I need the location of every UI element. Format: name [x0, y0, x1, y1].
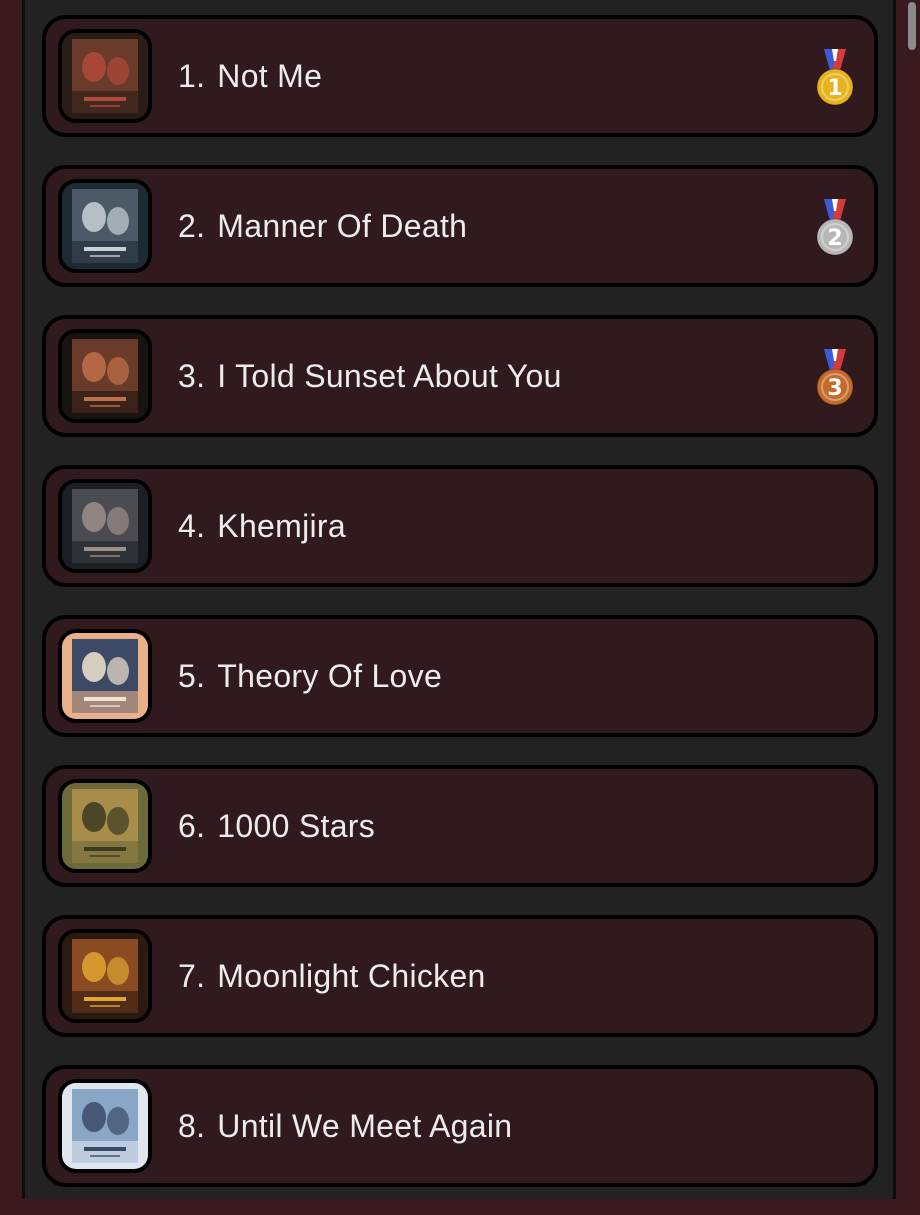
item-name: Theory Of Love: [217, 658, 443, 694]
item-rank: 2.: [178, 208, 206, 244]
item-title: 3. I Told Sunset About You: [178, 319, 562, 433]
item-title: 6. 1000 Stars: [178, 769, 375, 883]
poster-thumbnail: [58, 629, 152, 723]
poster-thumbnail: [58, 179, 152, 273]
item-title: 7. Moonlight Chicken: [178, 919, 486, 1033]
list-item[interactable]: 1. Not Me 1: [42, 15, 878, 137]
poster-thumbnail: [58, 1079, 152, 1173]
item-title: 5. Theory Of Love: [178, 619, 442, 733]
list-item[interactable]: 4. Khemjira: [42, 465, 878, 587]
list-item[interactable]: 6. 1000 Stars: [42, 765, 878, 887]
gold-medal-icon: 1: [814, 49, 856, 107]
item-name: 1000 Stars: [217, 808, 376, 844]
item-name: Until We Meet Again: [217, 1108, 513, 1144]
svg-text:3: 3: [827, 376, 842, 401]
poster-thumbnail: [58, 329, 152, 423]
list-item[interactable]: 5. Theory Of Love: [42, 615, 878, 737]
list-item[interactable]: 8. Until We Meet Again: [42, 1065, 878, 1187]
svg-text:1: 1: [827, 76, 842, 101]
poster-thumbnail: [58, 479, 152, 573]
item-name: Khemjira: [217, 508, 346, 544]
bronze-medal-icon: 3: [814, 349, 856, 407]
item-name: I Told Sunset About You: [217, 358, 562, 394]
poster-thumbnail: [58, 929, 152, 1023]
item-rank: 4.: [178, 508, 206, 544]
item-name: Moonlight Chicken: [217, 958, 486, 994]
app-frame: 1. Not Me 1 2. Manner Of Death 2 3. I Told …: [0, 0, 920, 1199]
item-rank: 7.: [178, 958, 206, 994]
ranking-list: 1. Not Me 1 2. Manner Of Death 2 3. I Told …: [42, 15, 878, 1215]
item-rank: 8.: [178, 1108, 206, 1144]
item-rank: 3.: [178, 358, 206, 394]
item-title: 2. Manner Of Death: [178, 169, 467, 283]
list-item[interactable]: 2. Manner Of Death 2: [42, 165, 878, 287]
item-rank: 1.: [178, 58, 206, 94]
item-rank: 5.: [178, 658, 206, 694]
silver-medal-icon: 2: [814, 199, 856, 257]
item-rank: 6.: [178, 808, 206, 844]
list-item[interactable]: 3. I Told Sunset About You 3: [42, 315, 878, 437]
item-title: 4. Khemjira: [178, 469, 346, 583]
item-title: 1. Not Me: [178, 19, 322, 133]
item-title: 8. Until We Meet Again: [178, 1069, 512, 1183]
item-name: Not Me: [217, 58, 323, 94]
scrollbar-thumb[interactable]: [908, 2, 916, 50]
item-name: Manner Of Death: [217, 208, 468, 244]
poster-thumbnail: [58, 779, 152, 873]
poster-thumbnail: [58, 29, 152, 123]
list-item[interactable]: 7. Moonlight Chicken: [42, 915, 878, 1037]
scrollbar[interactable]: [904, 0, 920, 1199]
svg-text:2: 2: [827, 226, 842, 251]
